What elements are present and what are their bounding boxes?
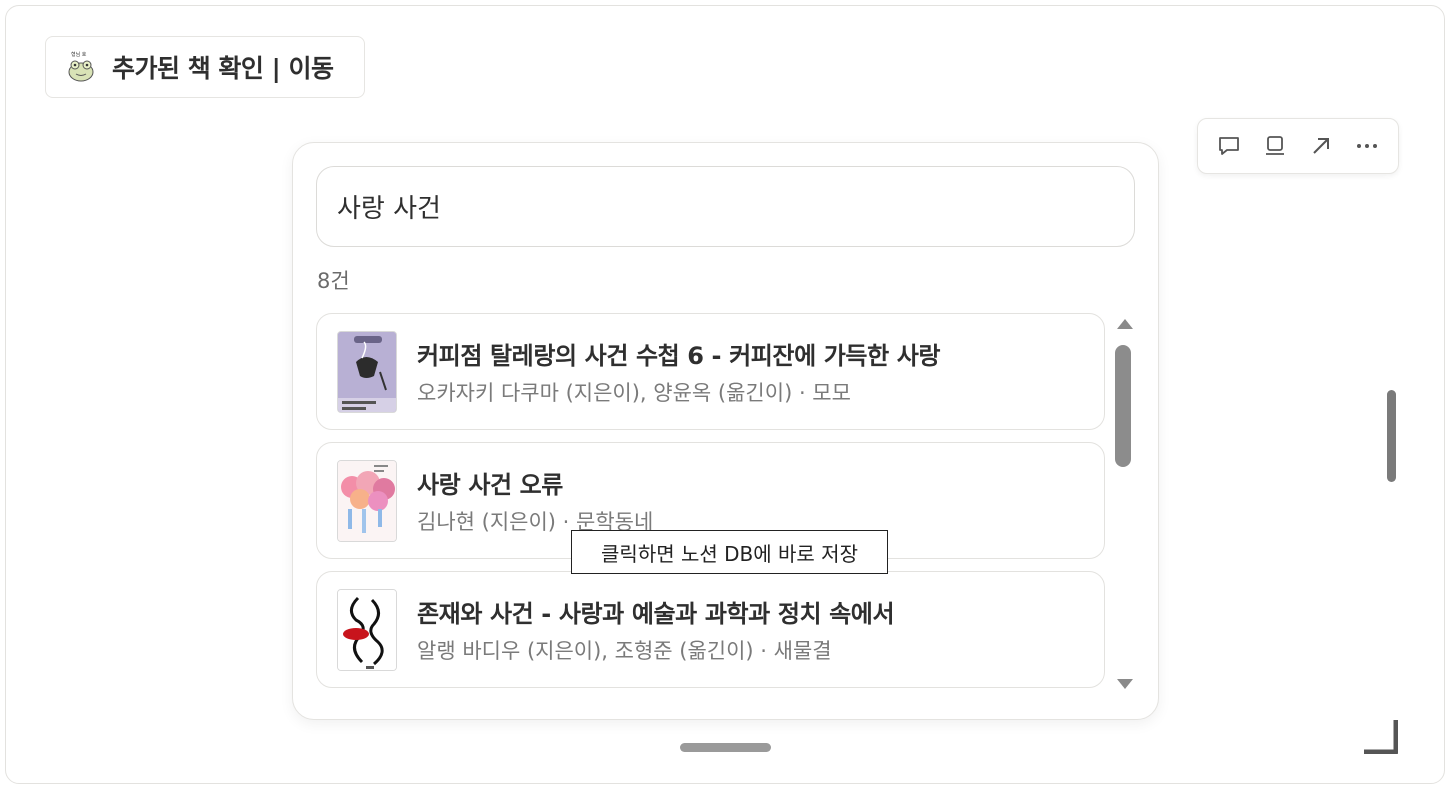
scrollbar-thumb[interactable] (1115, 345, 1131, 467)
book-search-widget: 8건 커피점 탈레랑의 사건 수첩 6 - 커피잔에 가득한 사랑 오카자키 다… (292, 142, 1159, 720)
more-icon (1357, 144, 1377, 148)
book-cover (337, 330, 397, 413)
page-title-button[interactable]: 형님 호 추가된 책 확인 | 이동 (45, 36, 365, 98)
book-meta: 오카자키 다쿠마 (지은이), 양윤옥 (옮긴이) · 모모 (417, 381, 851, 405)
frog-emoji-icon: 형님 호 (64, 50, 98, 84)
layout-button[interactable] (1257, 128, 1293, 164)
search-input[interactable] (316, 166, 1135, 247)
scroll-down-arrow-icon[interactable] (1117, 679, 1133, 689)
results-list: 커피점 탈레랑의 사건 수첩 6 - 커피잔에 가득한 사랑 오카자키 다쿠마 … (316, 313, 1106, 688)
layout-icon (1266, 136, 1284, 155)
open-button[interactable] (1303, 128, 1339, 164)
page-title: 추가된 책 확인 | 이동 (112, 54, 334, 83)
comment-button[interactable] (1211, 128, 1247, 164)
block-toolbar (1197, 118, 1399, 174)
comment-icon (1219, 137, 1239, 155)
svg-text:형님 호: 형님 호 (71, 51, 87, 58)
save-tooltip: 클릭하면 노션 DB에 바로 저장 (571, 530, 888, 574)
book-meta: 알랭 바디우 (지은이), 조형준 (옮긴이) · 새물결 (417, 639, 832, 663)
open-arrow-icon (1313, 138, 1329, 154)
book-title: 사랑 사건 오류 (417, 471, 563, 499)
list-item[interactable]: 존재와 사건 - 사랑과 예술과 과학과 정치 속에서 알랭 바디우 (지은이)… (316, 571, 1105, 688)
book-cover (337, 588, 397, 671)
more-button[interactable] (1349, 128, 1385, 164)
resize-corner-icon[interactable] (1362, 718, 1399, 755)
scroll-up-arrow-icon[interactable] (1117, 319, 1133, 329)
book-cover (337, 459, 397, 542)
book-title: 커피점 탈레랑의 사건 수첩 6 - 커피잔에 가득한 사랑 (417, 342, 941, 370)
page-scrollbar-thumb[interactable] (1387, 390, 1396, 482)
result-count: 8건 (317, 269, 350, 293)
list-item[interactable]: 커피점 탈레랑의 사건 수첩 6 - 커피잔에 가득한 사랑 오카자키 다쿠마 … (316, 313, 1105, 430)
resize-handle-bottom[interactable] (680, 743, 771, 752)
results-scrollbar[interactable] (1113, 315, 1135, 693)
book-title: 존재와 사건 - 사랑과 예술과 과학과 정치 속에서 (417, 600, 895, 628)
